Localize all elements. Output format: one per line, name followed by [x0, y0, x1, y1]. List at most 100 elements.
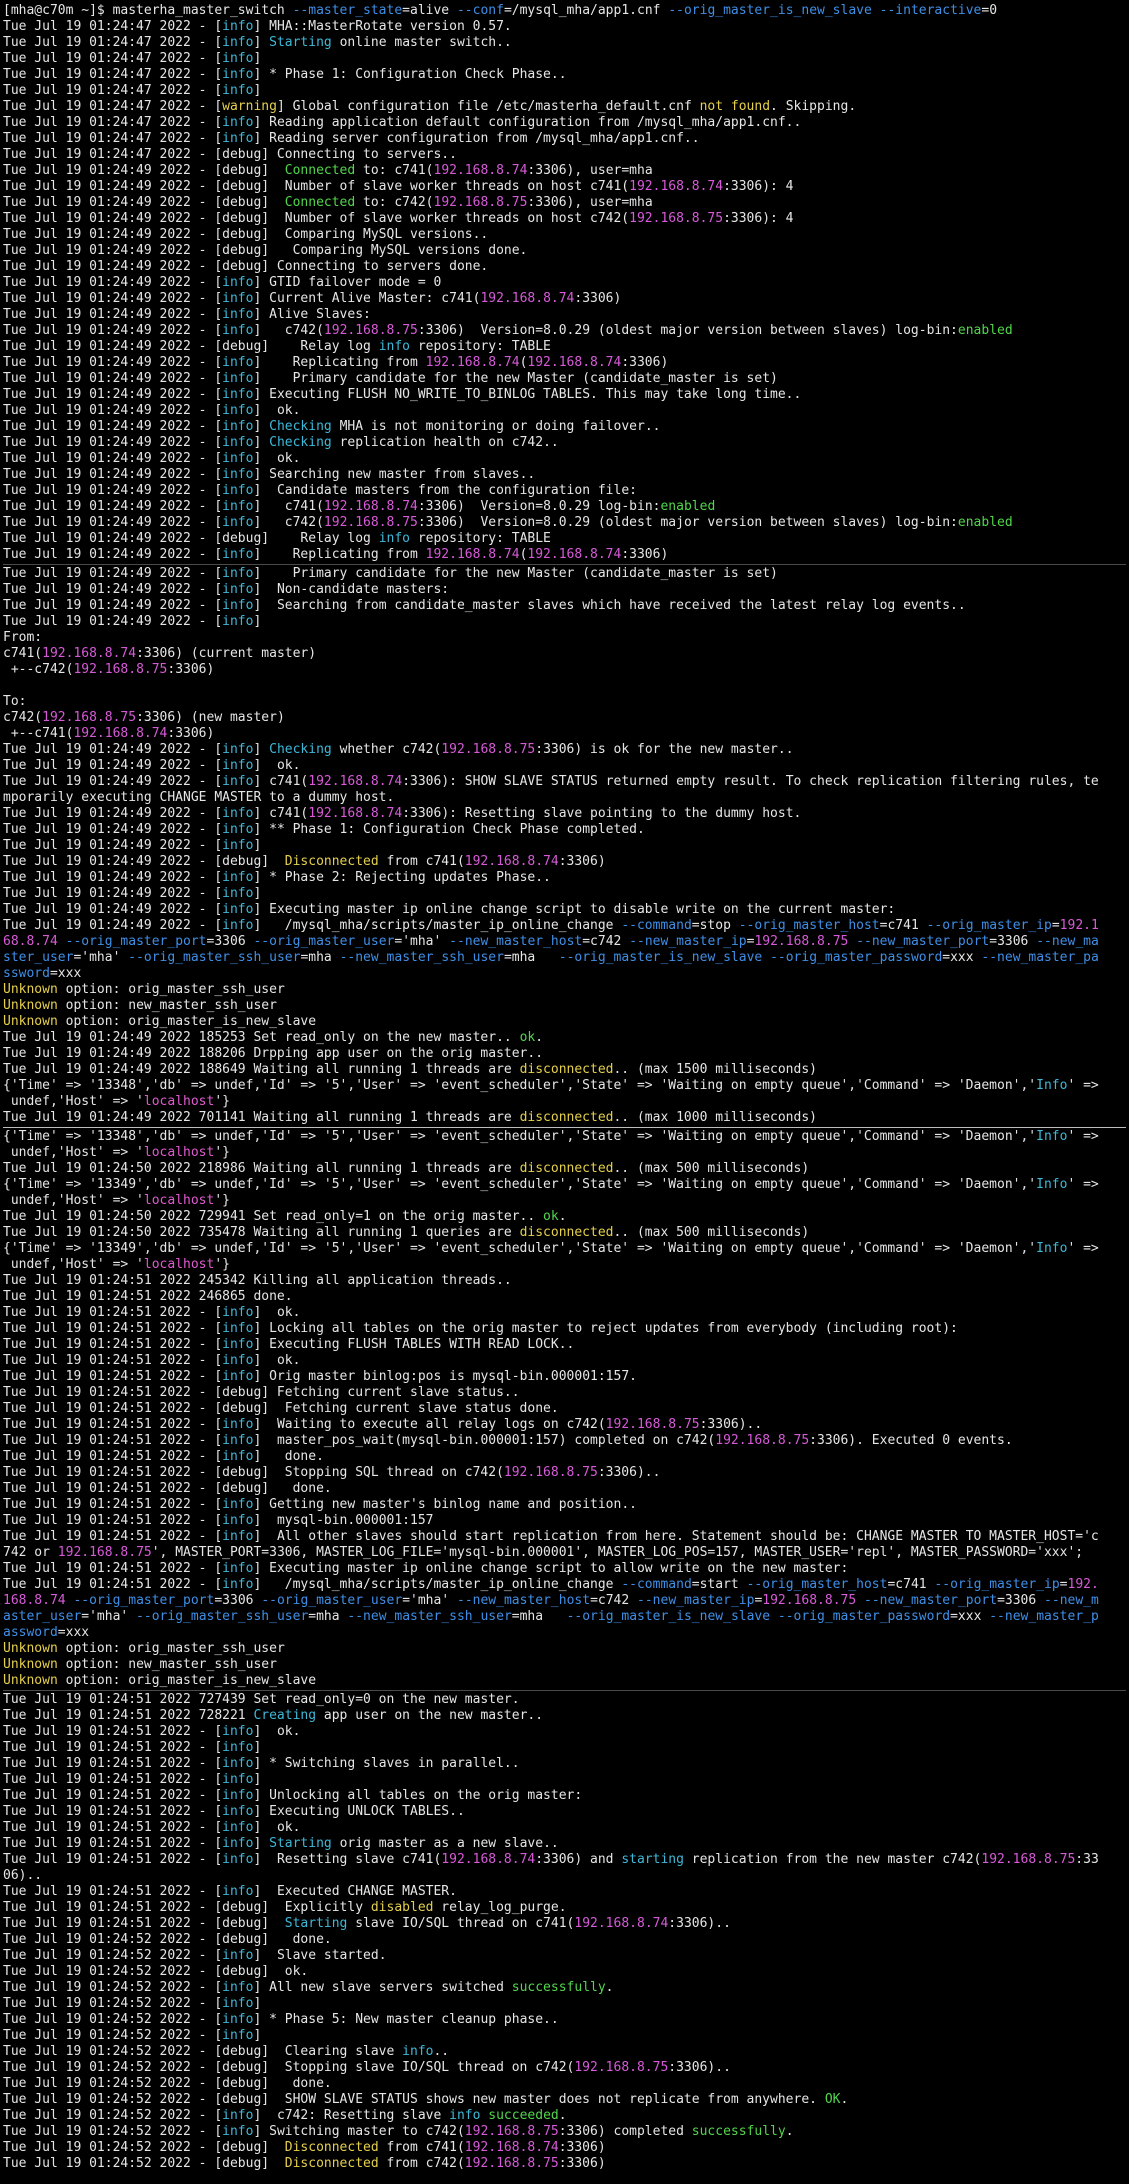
- log-token-plain: Tue Jul 19 01:24:49 2022 - [: [3, 291, 223, 306]
- log-line: Tue Jul 19 01:24:49 2022 - [debug] Disco…: [3, 854, 1126, 870]
- log-token-ip: 192.168.8.75: [464, 2156, 559, 2171]
- log-token-plain: ] Unlocking all tables on the orig maste…: [253, 1788, 583, 1803]
- log-token-plain: ] Global configuration file /etc/masterh…: [276, 99, 700, 114]
- log-token-plain: =: [1051, 918, 1060, 933]
- log-token-plain: ]: [253, 614, 262, 629]
- log-line: {'Time' => '13349','db' => undef,'Id' =>…: [3, 1177, 1126, 1193]
- log-token-plain: .. (max 1500 milliseconds): [613, 1062, 817, 1077]
- log-token-plain: Tue Jul 19 01:24:51 2022 - [: [3, 1305, 223, 1320]
- log-token-plain: :3306) (new master): [136, 710, 285, 725]
- log-token-plain: Tue Jul 19 01:24:51 2022 - [debug] done.: [3, 1481, 332, 1496]
- log-token-plain: Tue Jul 19 01:24:47 2022 - [: [3, 19, 223, 34]
- log-token-plain: Tue Jul 19 01:24:49 2022 188206 Drpping …: [3, 1046, 544, 1061]
- log-token-opt: --new_master_port: [864, 1593, 998, 1608]
- log-token-info: info: [222, 115, 254, 130]
- log-line: Tue Jul 19 01:24:51 2022 - [info] Execut…: [3, 1884, 1126, 1900]
- log-token-info: info: [222, 614, 254, 629]
- log-token-plain: =alive: [402, 3, 457, 18]
- log-line: assword=xxx: [3, 1625, 1126, 1641]
- log-token-info: info: [222, 886, 254, 901]
- log-token-plain: =xxx: [57, 1625, 90, 1640]
- log-token-info: info: [222, 902, 254, 917]
- log-token-ip: 192.168.8.74: [441, 1852, 536, 1867]
- log-line: Tue Jul 19 01:24:51 2022 - [info] ok.: [3, 1305, 1126, 1321]
- log-token-plain: .: [605, 1980, 614, 1995]
- log-token-ip: 192.168.8.75: [73, 662, 168, 677]
- log-token-plain: :3306): [558, 2140, 606, 2155]
- log-token-plain: Tue Jul 19 01:24:51 2022 - [: [3, 1321, 223, 1336]
- log-token-info: info: [222, 467, 254, 482]
- log-token-plain: =0: [981, 3, 998, 18]
- log-line: Tue Jul 19 01:24:52 2022 - [info] * Phas…: [3, 2012, 1126, 2028]
- log-line: 68.8.74 --orig_master_port=3306 --orig_m…: [3, 934, 1126, 950]
- log-token-plain: :33: [1075, 1852, 1099, 1867]
- log-token-ok: OK: [824, 2092, 841, 2107]
- log-line: Tue Jul 19 01:24:49 2022 - [info] Curren…: [3, 291, 1126, 307]
- log-line: Tue Jul 19 01:24:49 2022 - [info] Non-ca…: [3, 582, 1126, 598]
- log-token-plain: {'Time' => '13348','db' => undef,'Id' =>…: [3, 1129, 1037, 1144]
- log-token-opt: assword: [3, 1625, 58, 1640]
- log-token-plain: Tue Jul 19 01:24:51 2022 - [: [3, 1417, 223, 1432]
- log-token-plain: option: new_master_ssh_user: [57, 1657, 277, 1672]
- log-token-plain: Tue Jul 19 01:24:49 2022 - [: [3, 566, 223, 581]
- log-line: c742(192.168.8.75:3306) (new master): [3, 710, 1126, 726]
- log-token-ip: 192.168.8.75: [605, 1417, 700, 1432]
- log-token-plain: Tue Jul 19 01:24:47 2022 - [: [3, 35, 223, 50]
- log-line: undef,'Host' => 'localhost'}: [3, 1094, 1126, 1110]
- log-token-plain: ] * Switching slaves in parallel..: [253, 1756, 520, 1771]
- log-token-ip: 192.168.8.75: [629, 211, 724, 226]
- log-token-plain: [856, 1593, 864, 1608]
- log-token-plain: repository: TABLE: [410, 339, 551, 354]
- log-line: Tue Jul 19 01:24:51 2022 - [info] Resett…: [3, 1852, 1126, 1868]
- log-token-info: info: [222, 1884, 254, 1899]
- log-line: Tue Jul 19 01:24:51 2022 - [info] Execut…: [3, 1804, 1126, 1820]
- log-line: Tue Jul 19 01:24:47 2022 - [info] Readin…: [3, 131, 1126, 147]
- log-token-plain: ='mha': [394, 934, 450, 949]
- log-line: Tue Jul 19 01:24:51 2022 - [debug] Fetch…: [3, 1401, 1126, 1417]
- log-token-plain: ] /mysql_mha/scripts/master_ip_online_ch…: [253, 918, 622, 933]
- log-token-str: localhost: [143, 1094, 215, 1109]
- log-token-info: info: [222, 2028, 254, 2043]
- log-token-plain: [872, 3, 880, 18]
- log-token-plain: Tue Jul 19 01:24:52 2022 - [debug] Clear…: [3, 2044, 403, 2059]
- log-token-plain: ]: [253, 435, 270, 450]
- log-token-plain: Tue Jul 19 01:24:51 2022 - [: [3, 1852, 223, 1867]
- log-line: Tue Jul 19 01:24:51 2022 - [info] Execut…: [3, 1561, 1126, 1577]
- log-token-plain: :3306): SHOW SLAVE STATUS returned empty…: [402, 774, 1099, 789]
- log-token-plain: ] Current Alive Master: c741(: [253, 291, 481, 306]
- log-token-plain: Tue Jul 19 01:24:49 2022 - [: [3, 387, 223, 402]
- log-token-plain: =c742: [590, 1593, 638, 1608]
- terminal-output[interactable]: [mha@c70m ~]$ masterha_master_switch --m…: [0, 0, 1129, 2184]
- log-token-plain: ] Non-candidate masters:: [253, 582, 450, 597]
- log-line: Tue Jul 19 01:24:49 2022 - [info] Replic…: [3, 547, 1126, 563]
- log-token-opt: --orig_master_host: [738, 918, 880, 933]
- log-line: Tue Jul 19 01:24:52 2022 - [info] Slave …: [3, 1948, 1126, 1964]
- log-token-info: info: [222, 1756, 254, 1771]
- log-token-plain: ] Executing FLUSH TABLES WITH READ LOCK.…: [253, 1337, 575, 1352]
- log-token-plain: Tue Jul 19 01:24:51 2022 246865 done.: [3, 1289, 293, 1304]
- log-token-plain: Tue Jul 19 01:24:47 2022 - [debug] Conne…: [3, 147, 457, 162]
- log-line: Tue Jul 19 01:24:49 2022 - [info] Checki…: [3, 419, 1126, 435]
- log-token-plain: :3306), user=mha: [527, 195, 653, 210]
- screenshot-seam-divider: [3, 564, 1126, 565]
- log-token-plain: .: [785, 2124, 794, 2139]
- log-token-plain: ] * Phase 2: Rejecting updates Phase..: [253, 870, 551, 885]
- log-token-info: info: [222, 1724, 254, 1739]
- log-token-plain: =xxx: [942, 950, 982, 965]
- log-token-opt: --new_master_ip: [637, 1593, 755, 1608]
- log-token-plain: Tue Jul 19 01:24:51 2022 - [: [3, 1788, 223, 1803]
- log-token-ip: 192.168.8.75: [433, 195, 528, 210]
- log-token-plain: Tue Jul 19 01:24:49 2022 - [: [3, 355, 223, 370]
- log-token-plain: Tue Jul 19 01:24:49 2022 - [: [3, 435, 223, 450]
- log-token-ip: 192.168.8.75: [441, 742, 536, 757]
- log-token-info: info: [222, 51, 254, 66]
- log-token-opt: --new_master_port: [856, 934, 990, 949]
- log-token-plain: Tue Jul 19 01:24:50 2022 735478 Waiting …: [3, 1225, 520, 1240]
- log-token-ip: 192.168.8.75: [57, 1545, 152, 1560]
- log-token-ip: 192.168.8.75: [323, 323, 418, 338]
- command-prompt-line: [mha@c70m ~]$ masterha_master_switch --m…: [3, 3, 1126, 19]
- log-token-plain: ] c742: Resetting slave: [253, 2108, 450, 2123]
- log-line: Tue Jul 19 01:24:49 2022 - [info] c742(1…: [3, 515, 1126, 531]
- log-token-opt: ssword: [3, 966, 50, 981]
- log-line: Tue Jul 19 01:24:51 2022 - [info] /mysql…: [3, 1577, 1126, 1593]
